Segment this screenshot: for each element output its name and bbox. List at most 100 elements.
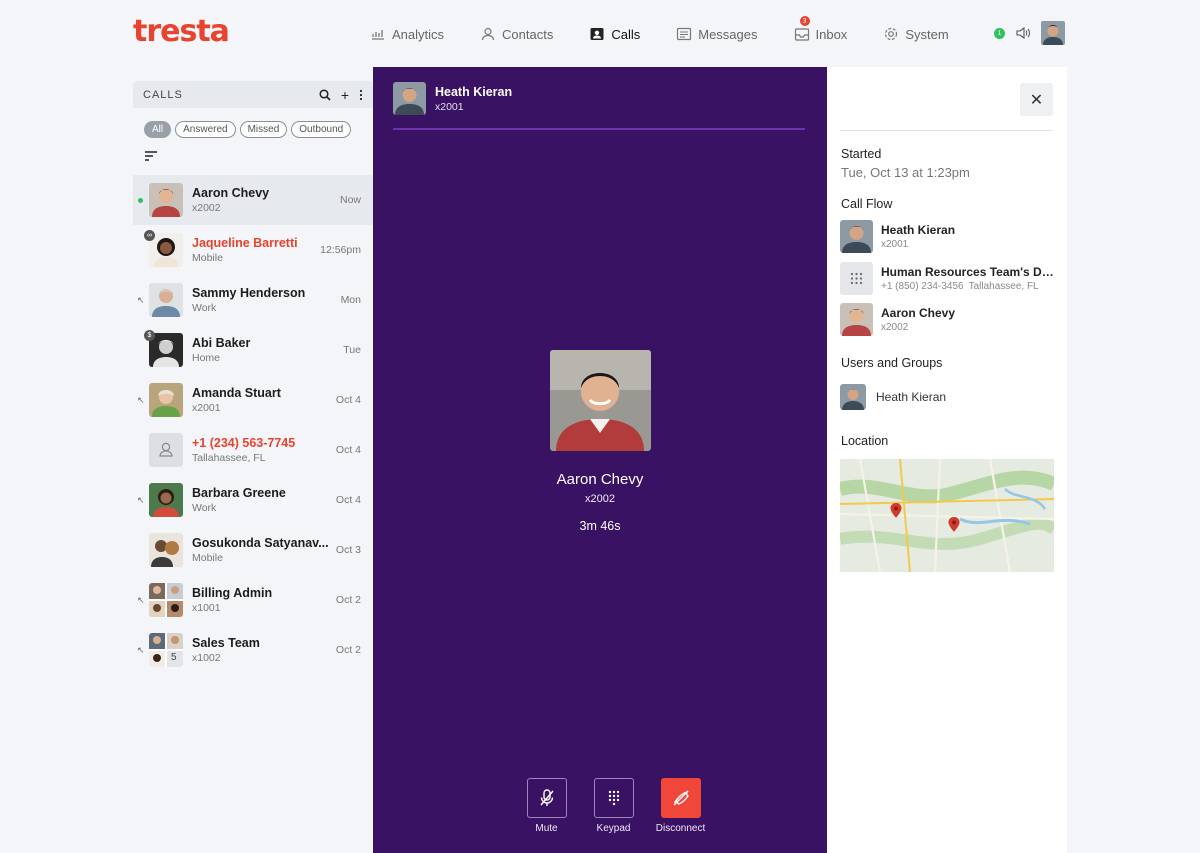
flow-sub: x2001 bbox=[881, 239, 909, 250]
add-icon[interactable]: + bbox=[341, 88, 349, 102]
agent-ext: x2001 bbox=[435, 100, 464, 113]
messages-icon bbox=[677, 27, 692, 41]
avatar bbox=[149, 283, 183, 317]
avatar bbox=[840, 220, 873, 253]
inbox-icon bbox=[794, 28, 809, 41]
directory-avatar bbox=[840, 262, 873, 295]
call-filters: All Answered Missed Outbound bbox=[133, 108, 373, 138]
sort-icon[interactable] bbox=[144, 150, 158, 162]
user-item[interactable]: Heath Kieran bbox=[840, 384, 946, 410]
call-row[interactable]: ↖ Amanda Stuart x2001 Oct 4 bbox=[133, 375, 373, 425]
call-time: Oct 2 bbox=[335, 594, 361, 606]
user-name: Heath Kieran bbox=[876, 390, 947, 404]
contacts-icon bbox=[481, 27, 495, 41]
paid-badge: $ bbox=[144, 330, 155, 341]
speaker-icon[interactable] bbox=[1015, 26, 1031, 40]
top-right-tools: 1 bbox=[994, 21, 1065, 45]
avatar bbox=[840, 384, 866, 410]
status-indicator[interactable]: 1 bbox=[994, 27, 1005, 39]
keypad-button[interactable] bbox=[593, 778, 634, 818]
call-row[interactable]: ↖ Barbara Greene Work Oct 4 bbox=[133, 475, 373, 525]
mic-off-icon bbox=[539, 789, 554, 806]
call-time: Oct 4 bbox=[335, 394, 361, 406]
call-row[interactable]: Gosukonda Satyanav... Mobile Oct 3 bbox=[133, 525, 373, 575]
keypad-label: Keypad bbox=[596, 823, 631, 834]
calls-icon bbox=[590, 28, 604, 40]
call-row[interactable]: +1 (234) 563-7745 Tallahassee, FL Oct 4 bbox=[133, 425, 373, 475]
avatar bbox=[149, 483, 183, 517]
close-icon: ✕ bbox=[1029, 91, 1044, 109]
started-label: Started bbox=[841, 147, 882, 161]
users-groups-label: Users and Groups bbox=[841, 356, 943, 370]
outbound-arrow-icon: ↖ bbox=[137, 594, 145, 605]
outbound-arrow-icon: ↖ bbox=[137, 494, 145, 505]
call-flow-item[interactable]: Aaron Chevy x2002 bbox=[840, 303, 1060, 336]
flow-sub: +1 (850) 234-3456 bbox=[881, 281, 964, 292]
agent-name: Heath Kieran bbox=[435, 84, 513, 99]
flow-name: Human Resources Team's Dir... bbox=[881, 265, 1056, 279]
nav-analytics[interactable]: Analytics bbox=[370, 22, 444, 46]
calls-title: CALLS bbox=[143, 88, 183, 101]
call-row[interactable]: ↖ 5 Sales Team x1002 Oct 2 bbox=[133, 625, 373, 675]
analytics-icon bbox=[372, 30, 384, 40]
call-row[interactable]: ↖ Sammy Henderson Work Mon bbox=[133, 275, 373, 325]
call-controls: Mute Keypad Disconnect bbox=[513, 778, 714, 834]
group-count: 5 bbox=[171, 652, 177, 663]
flow-location: Tallahassee, FL bbox=[968, 281, 1039, 292]
flow-name: Aaron Chevy bbox=[881, 306, 956, 320]
nav-analytics-label: Analytics bbox=[392, 26, 445, 42]
online-indicator bbox=[138, 197, 143, 203]
calls-panel: CALLS + All Answered Missed Outbound Aar… bbox=[133, 81, 373, 681]
close-button[interactable]: ✕ bbox=[1020, 83, 1053, 116]
disconnect-button[interactable] bbox=[660, 778, 701, 818]
filter-answered[interactable]: Answered bbox=[175, 121, 236, 138]
caller-ext-large: x2002 bbox=[585, 493, 615, 505]
started-value: Tue, Oct 13 at 1:23pm bbox=[841, 165, 970, 180]
call-time: 12:56pm bbox=[320, 244, 361, 256]
call-flow-label: Call Flow bbox=[841, 197, 893, 211]
tresta-logo[interactable]: tresta bbox=[133, 14, 230, 49]
gear-icon bbox=[885, 27, 898, 41]
filter-missed[interactable]: Missed bbox=[239, 121, 288, 138]
caller-photo bbox=[550, 350, 651, 451]
call-time: Oct 4 bbox=[335, 494, 361, 506]
location-label: Location bbox=[841, 434, 889, 448]
location-map[interactable] bbox=[840, 459, 1054, 572]
search-icon[interactable] bbox=[319, 88, 331, 101]
call-flow-item[interactable]: Heath Kieran x2001 bbox=[840, 220, 1060, 253]
nav-contacts-label: Contacts bbox=[502, 26, 554, 42]
more-vertical-icon[interactable] bbox=[359, 89, 363, 101]
call-row[interactable]: ↖ Billing Admin x1001 Oct 2 bbox=[133, 575, 373, 625]
call-row[interactable]: $ Abi Baker Home Tue bbox=[133, 325, 373, 375]
avatar bbox=[149, 433, 183, 467]
disconnect-control: Disconnect bbox=[647, 778, 714, 834]
call-row[interactable]: ∞ Jaqueline Barretti Mobile 12:56pm bbox=[133, 225, 373, 275]
nav-calls[interactable]: Calls bbox=[589, 22, 640, 46]
outbound-arrow-icon: ↖ bbox=[137, 394, 145, 405]
call-flow-item[interactable]: Human Resources Team's Dir... +1 (850) 2… bbox=[840, 262, 1060, 295]
mute-button[interactable] bbox=[526, 778, 567, 818]
call-row[interactable]: Aaron Chevy x2002 Now bbox=[133, 175, 373, 225]
nav-inbox[interactable]: 3 Inbox bbox=[794, 16, 847, 46]
nav-messages-label: Messages bbox=[698, 26, 758, 42]
outbound-arrow-icon: ↖ bbox=[137, 644, 145, 655]
nav-system[interactable]: System bbox=[883, 22, 949, 46]
filter-outbound[interactable]: Outbound bbox=[291, 121, 352, 138]
user-avatar[interactable] bbox=[1041, 21, 1065, 45]
details-divider bbox=[840, 130, 1053, 131]
hangup-icon bbox=[672, 790, 689, 806]
call-details-panel: ✕ Started Tue, Oct 13 at 1:23pm Call Flo… bbox=[827, 67, 1067, 853]
agent-avatar bbox=[393, 82, 426, 115]
header-divider bbox=[393, 128, 805, 130]
call-duration: 3m 46s bbox=[579, 519, 621, 533]
nav-calls-label: Calls bbox=[611, 26, 641, 42]
nav-messages[interactable]: Messages bbox=[676, 22, 758, 46]
group-avatar bbox=[149, 583, 183, 617]
avatar bbox=[149, 183, 183, 217]
filter-all[interactable]: All bbox=[144, 121, 172, 138]
call-time: Mon bbox=[340, 294, 361, 306]
nav-contacts[interactable]: Contacts bbox=[480, 22, 553, 46]
agent-header: Heath Kieran x2001 bbox=[393, 82, 512, 115]
voicemail-badge: ∞ bbox=[144, 230, 155, 241]
avatar bbox=[149, 533, 183, 567]
